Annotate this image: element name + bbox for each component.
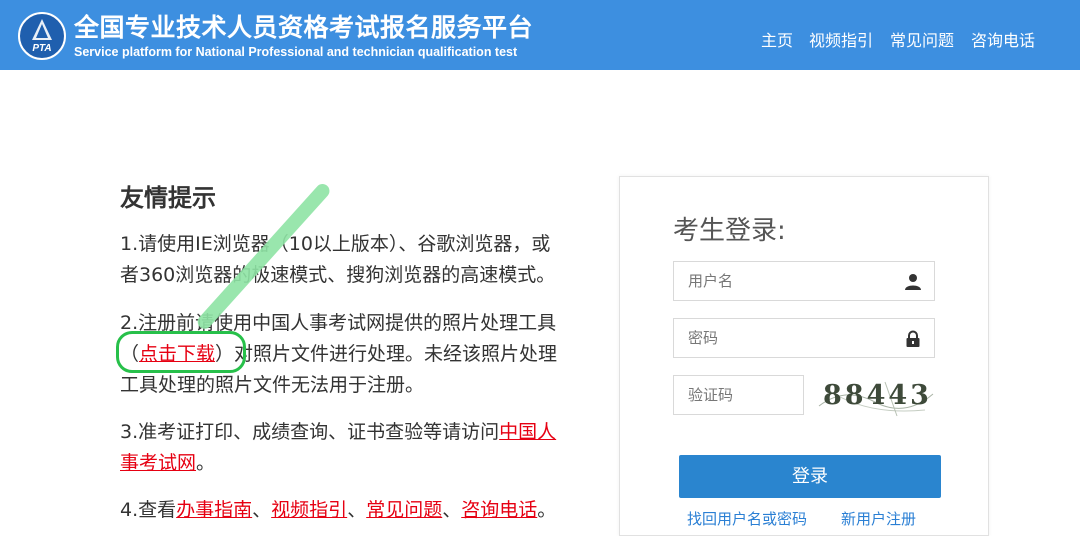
notice-item2-rest: ）对照片文件进行处理。未经该照片处理 bbox=[215, 343, 558, 365]
forgot-credentials-link[interactable]: 找回用户名或密码 bbox=[687, 508, 807, 529]
separator: 、 bbox=[347, 499, 367, 521]
captcha-code: 88443 bbox=[823, 380, 932, 411]
captcha-input[interactable] bbox=[674, 376, 803, 414]
notice-item1-line1: 1.请使用IE浏览器（10以上版本）、谷歌浏览器，或 bbox=[120, 233, 551, 255]
video-guide-link[interactable]: 视频指引 bbox=[271, 499, 347, 521]
user-icon bbox=[904, 273, 922, 291]
notice-item4-prefix: 4.查看 bbox=[120, 499, 177, 521]
login-button[interactable]: 登录 bbox=[679, 455, 941, 498]
captcha-field[interactable] bbox=[673, 375, 804, 415]
nav-faq[interactable]: 常见问题 bbox=[890, 27, 954, 51]
notice-item3-text: 3.准考证打印、成绩查询、证书查验等请访问 bbox=[120, 421, 500, 443]
notice-item2-line3: 工具处理的照片文件无法用于注册。 bbox=[120, 374, 425, 396]
logo-text: PTA bbox=[32, 43, 51, 54]
password-field[interactable] bbox=[673, 318, 935, 358]
contact-phone-link[interactable]: 咨询电话 bbox=[461, 499, 537, 521]
notice-item3-line1: 3.准考证打印、成绩查询、证书查验等请访问中国人 bbox=[120, 417, 556, 444]
separator: 、 bbox=[442, 499, 462, 521]
notice-item4-end: 。 bbox=[537, 499, 557, 521]
register-link[interactable]: 新用户注册 bbox=[841, 508, 916, 529]
captcha-image[interactable]: 88443 bbox=[815, 376, 939, 420]
notice-item3-line2: 事考试网。 bbox=[120, 448, 215, 475]
username-input[interactable] bbox=[674, 262, 934, 300]
faq-link[interactable]: 常见问题 bbox=[366, 499, 442, 521]
notice-item1-line2: 者360浏览器的极速模式、搜狗浏览器的高速模式。 bbox=[120, 264, 556, 286]
lock-icon bbox=[904, 330, 922, 348]
notice-item4: 4.查看办事指南、视频指引、常见问题、咨询电话。 bbox=[120, 495, 556, 522]
nav-contact-phone[interactable]: 咨询电话 bbox=[971, 27, 1035, 51]
site-title: 全国专业技术人员资格考试报名服务平台 bbox=[74, 13, 534, 42]
top-header: PTA 全国专业技术人员资格考试报名服务平台 Service platform … bbox=[0, 0, 1080, 70]
login-title: 考生登录: bbox=[673, 216, 786, 246]
site-subtitle: Service platform for National Profession… bbox=[74, 45, 518, 59]
notice-title: 友情提示 bbox=[120, 184, 216, 212]
guide-link[interactable]: 办事指南 bbox=[176, 499, 252, 521]
cpta-link-part2[interactable]: 事考试网 bbox=[120, 452, 196, 474]
annotation-highlight-circle bbox=[116, 331, 246, 373]
nav-home[interactable]: 主页 bbox=[761, 27, 793, 51]
cpta-link-part1[interactable]: 中国人 bbox=[499, 421, 556, 443]
separator: 、 bbox=[252, 499, 272, 521]
notice-item3-end: 。 bbox=[196, 452, 216, 474]
username-field[interactable] bbox=[673, 261, 935, 301]
pta-logo-icon[interactable]: PTA bbox=[18, 12, 66, 60]
password-input[interactable] bbox=[674, 319, 934, 357]
nav-video-guide[interactable]: 视频指引 bbox=[809, 27, 873, 51]
